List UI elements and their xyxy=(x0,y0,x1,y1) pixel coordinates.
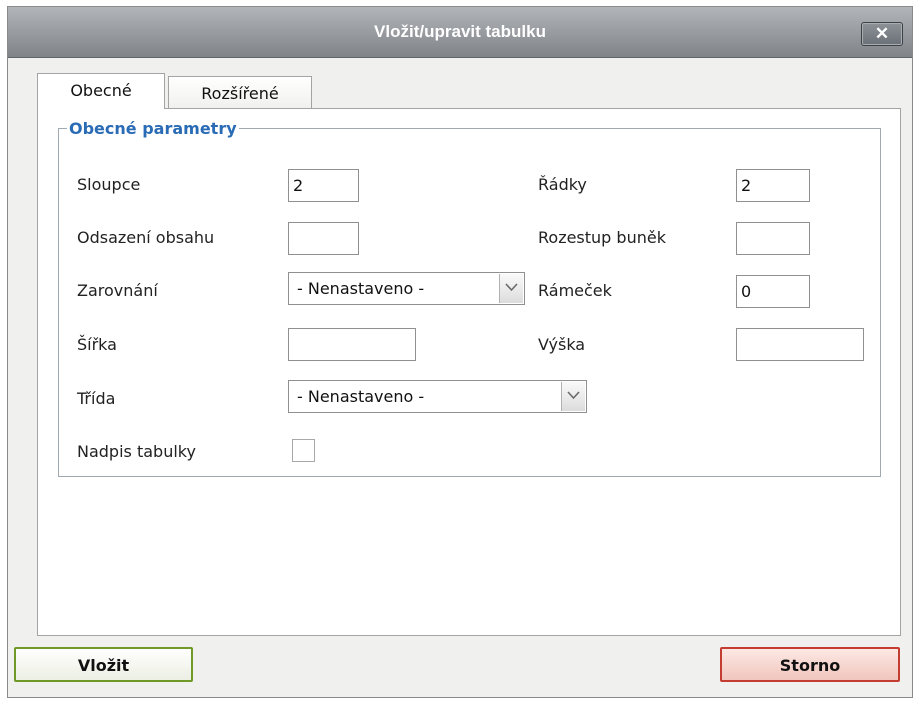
close-button[interactable]: ✕ xyxy=(861,22,903,46)
class-select[interactable]: - Nenastaveno - xyxy=(288,380,587,413)
cancel-button[interactable]: Storno xyxy=(720,647,900,682)
tab-panel-general: Obecné parametry Sloupce 2 Řádky 2 Odsaz… xyxy=(37,108,901,636)
alignment-label: Zarovnání xyxy=(77,281,158,300)
insert-button[interactable]: Vložit xyxy=(14,647,193,682)
group-legend: Obecné parametry xyxy=(69,119,237,138)
cell-padding-label: Odsazení obsahu xyxy=(77,228,215,247)
alignment-select-value: - Nenastaveno - xyxy=(297,279,425,298)
dialog-title: Vložit/upravit tabulku xyxy=(374,22,546,41)
alignment-select[interactable]: - Nenastaveno - xyxy=(288,272,525,305)
height-label: Výška xyxy=(538,335,586,354)
cancel-button-label: Storno xyxy=(779,656,841,675)
insert-button-label: Vložit xyxy=(77,656,130,675)
cell-padding-input[interactable] xyxy=(288,222,359,255)
cell-spacing-input[interactable] xyxy=(736,222,810,255)
caption-label: Nadpis tabulky xyxy=(77,442,196,461)
rows-label: Řádky xyxy=(538,175,587,194)
table-dialog: Vložit/upravit tabulku ✕ Obecné Rozšířen… xyxy=(7,6,913,698)
height-input[interactable] xyxy=(736,328,864,361)
tab-advanced[interactable]: Rozšířené xyxy=(168,76,312,109)
width-input[interactable] xyxy=(288,328,416,361)
dialog-titlebar[interactable]: Vložit/upravit tabulku ✕ xyxy=(8,7,912,58)
border-input[interactable]: 0 xyxy=(736,275,810,308)
close-icon: ✕ xyxy=(874,24,890,43)
chevron-down-icon[interactable] xyxy=(499,274,523,303)
caption-checkbox[interactable] xyxy=(292,439,315,462)
class-select-value: - Nenastaveno - xyxy=(297,387,425,406)
class-label: Třída xyxy=(77,389,116,408)
rows-input[interactable]: 2 xyxy=(736,169,810,202)
border-label: Rámeček xyxy=(538,281,612,300)
columns-input[interactable]: 2 xyxy=(288,169,359,202)
cell-spacing-label: Rozestup buněk xyxy=(538,228,666,247)
columns-label: Sloupce xyxy=(77,175,141,194)
tab-advanced-label: Rozšířené xyxy=(201,84,279,103)
width-label: Šířka xyxy=(77,335,117,354)
chevron-down-icon[interactable] xyxy=(561,382,585,411)
tab-general-label: Obecné xyxy=(70,81,132,100)
tab-general[interactable]: Obecné xyxy=(37,73,165,109)
